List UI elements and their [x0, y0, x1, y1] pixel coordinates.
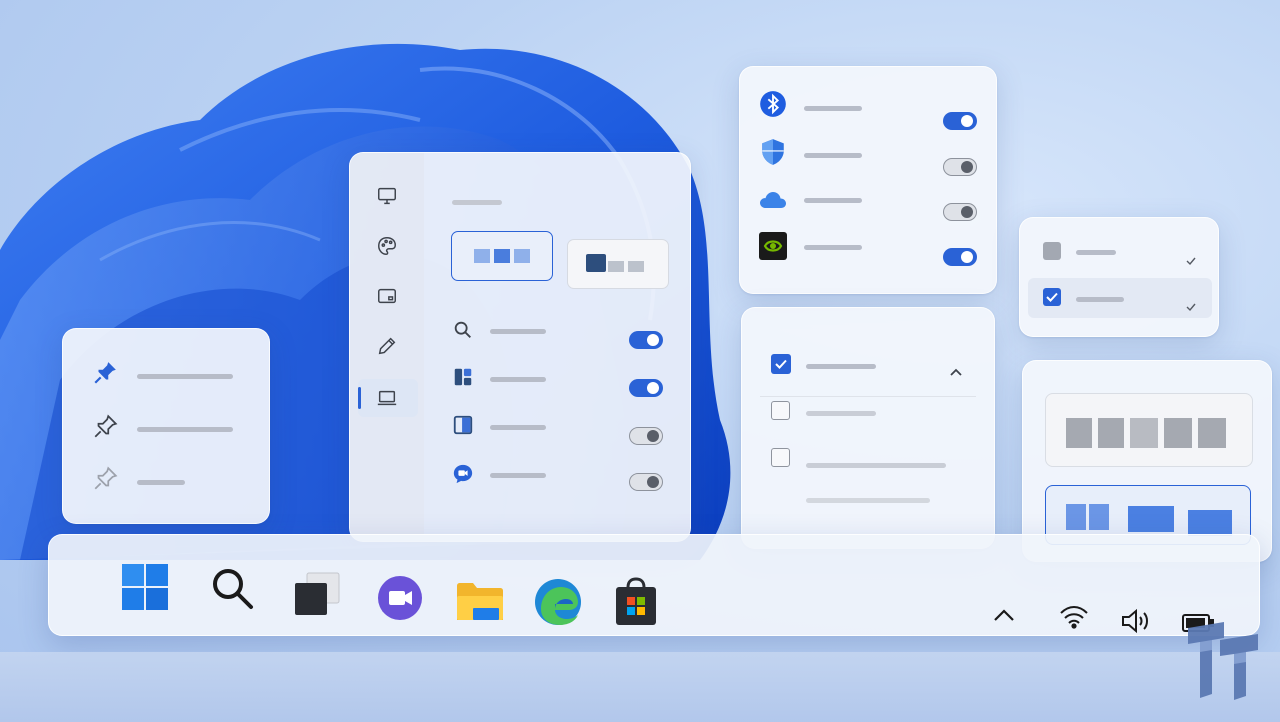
search-icon[interactable]: [207, 563, 257, 613]
checkbox-checked[interactable]: [1043, 288, 1061, 306]
settings-panel: [349, 152, 691, 542]
checkbox-unchecked[interactable]: [771, 401, 790, 420]
checklist-panel: [741, 307, 995, 549]
nvidia-toggle[interactable]: [943, 248, 977, 266]
security-toggle[interactable]: [943, 158, 977, 176]
palette-icon[interactable]: [374, 233, 400, 259]
edge-icon[interactable]: [533, 577, 583, 627]
floor-reflection: [0, 652, 1280, 722]
watermark-logo: [1188, 622, 1258, 700]
checkbox-checked[interactable]: [771, 354, 791, 374]
widgets-toggle[interactable]: [629, 379, 663, 397]
laptop-icon[interactable]: [374, 385, 400, 411]
file-explorer-icon[interactable]: [455, 577, 505, 627]
search-toggle[interactable]: [629, 331, 663, 349]
meet-toggle[interactable]: [629, 473, 663, 491]
layout-option-folder[interactable]: [567, 239, 669, 289]
store-icon[interactable]: [611, 577, 661, 627]
pin-filled-icon[interactable]: [91, 359, 119, 387]
start-icon[interactable]: [119, 561, 171, 613]
snap-layout-icon: [450, 412, 476, 438]
teams-icon[interactable]: [375, 573, 425, 623]
nav-active-indicator: [358, 387, 361, 409]
task-view-icon[interactable]: [293, 569, 343, 619]
cloud-icon: [758, 185, 788, 215]
nvidia-icon: [758, 231, 788, 261]
chevron-up-icon[interactable]: [979, 595, 1029, 635]
widgets-icon: [450, 364, 476, 390]
taskbar: [48, 534, 1260, 636]
bluetooth-toggle[interactable]: [943, 112, 977, 130]
shield-icon: [758, 137, 788, 167]
layout-panel: [1022, 360, 1272, 562]
onedrive-toggle[interactable]: [943, 203, 977, 221]
small-check-panel: [1019, 217, 1219, 337]
checkbox-unchecked[interactable]: [771, 448, 790, 467]
check-mark-icon: [1184, 254, 1198, 268]
wifi-icon[interactable]: [1049, 597, 1099, 637]
volume-icon[interactable]: [1111, 601, 1161, 641]
bluetooth-icon: [758, 89, 788, 119]
pen-icon[interactable]: [374, 333, 400, 359]
tablet-icon[interactable]: [374, 283, 400, 309]
pin-panel: [62, 328, 270, 524]
search-icon: [450, 317, 476, 343]
check-mark-icon: [1184, 300, 1198, 314]
meet-chat-icon: [450, 461, 476, 487]
checkbox-unchecked[interactable]: [1043, 242, 1061, 260]
pin-outline-icon[interactable]: [91, 413, 119, 441]
section-heading: [452, 200, 502, 205]
layout-option-three-column[interactable]: [451, 231, 553, 281]
chevron-up-icon[interactable]: [946, 362, 966, 382]
monitor-icon[interactable]: [374, 183, 400, 209]
layout-option-grid[interactable]: [1045, 393, 1253, 467]
quick-settings-panel: [739, 66, 997, 294]
pin-faded-icon[interactable]: [91, 465, 119, 493]
snap-toggle[interactable]: [629, 427, 663, 445]
